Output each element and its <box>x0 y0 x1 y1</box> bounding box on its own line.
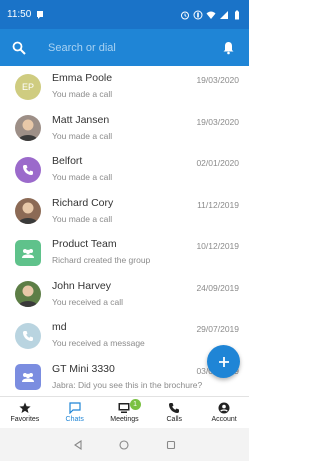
avatar: EP <box>15 73 41 100</box>
nav-favorites-label: Favorites <box>10 416 40 423</box>
conversation-date: 24/09/2019 <box>196 282 239 293</box>
search-input[interactable]: Search or dial <box>48 42 222 54</box>
meetings-icon <box>118 403 130 413</box>
conversation-subtitle: You made a call <box>52 172 113 183</box>
conversation-subtitle: You made a call <box>52 213 113 224</box>
wifi-icon <box>206 11 216 19</box>
conversation-row[interactable]: Richard Cory You made a call 11/12/2019 <box>0 191 249 233</box>
avatar <box>15 239 41 266</box>
avatar <box>15 115 41 142</box>
profile-photo-icon <box>18 285 38 308</box>
phone-icon <box>23 164 33 175</box>
search-icon[interactable] <box>12 41 26 55</box>
avatar <box>15 364 41 391</box>
bottom-nav: Favorites Chats 1 Meetings Calls Account <box>0 396 249 428</box>
meetings-badge: 1 <box>129 399 141 410</box>
status-bar: 11:50 <box>0 0 249 29</box>
conversation-row[interactable]: John Harvey You received a call 24/09/2019 <box>0 274 249 316</box>
chat-icon <box>69 402 81 414</box>
conversation-list: EP Emma Poole You made a call 19/03/2020 Mat… <box>0 66 249 396</box>
conversation-subtitle: Richard created the group <box>52 255 151 266</box>
conversation-date: 02/01/2020 <box>196 158 239 168</box>
dnd-icon <box>193 10 203 19</box>
avatar-initials: EP <box>21 81 34 92</box>
nav-chats-label: Chats <box>65 416 84 423</box>
phone-icon <box>169 403 180 413</box>
avatar <box>15 156 41 183</box>
conversation-row[interactable]: EP Emma Poole You made a call 19/03/2020 <box>0 66 249 108</box>
system-nav-bar <box>0 428 249 461</box>
conversation-date: 19/03/2020 <box>196 116 239 127</box>
profile-photo-icon <box>18 119 38 142</box>
conversation-date: 11/12/2019 <box>197 199 239 210</box>
conversation-row[interactable]: Matt Jansen You made a call 19/03/2020 <box>0 108 249 150</box>
notification-icon <box>37 10 44 19</box>
nav-calls[interactable]: Calls <box>149 397 199 428</box>
nav-favorites[interactable]: Favorites <box>0 397 50 428</box>
nav-meetings-label: Meetings <box>110 416 139 423</box>
alarm-icon <box>181 11 189 19</box>
bell-icon[interactable] <box>222 41 235 55</box>
conversation-subtitle: You received a call <box>52 296 124 307</box>
nav-meetings[interactable]: 1 Meetings <box>100 397 150 428</box>
avatar <box>15 322 41 349</box>
account-icon <box>218 402 230 414</box>
nav-chats[interactable]: Chats <box>50 397 100 428</box>
home-icon[interactable] <box>119 439 130 450</box>
group-icon <box>22 248 34 258</box>
conversation-subtitle: You made a call <box>52 130 113 141</box>
conversation-subtitle: Jabra: Did you see this in the brochure? <box>52 379 203 390</box>
battery-icon <box>235 10 239 19</box>
conversation-date: 29/07/2019 <box>196 324 239 334</box>
avatar <box>15 281 41 308</box>
profile-photo-icon <box>18 202 38 225</box>
conversation-row[interactable]: Belfort You made a call 02/01/2020 <box>0 149 249 191</box>
conversation-row[interactable]: Product Team Richard created the group 10/… <box>0 232 249 274</box>
star-icon <box>19 402 31 413</box>
back-icon[interactable] <box>73 439 83 450</box>
group-icon <box>22 373 34 383</box>
new-chat-button[interactable] <box>207 345 240 378</box>
phone-icon <box>23 330 33 341</box>
signal-icon <box>220 10 228 19</box>
conversation-date: 10/12/2019 <box>196 241 239 251</box>
conversation-date: 19/03/2020 <box>196 75 239 85</box>
avatar <box>15 198 41 225</box>
status-time: 11:50 <box>7 9 32 20</box>
nav-account-label: Account <box>211 416 237 423</box>
search-header: Search or dial <box>0 29 249 66</box>
nav-calls-label: Calls <box>166 416 183 423</box>
nav-account[interactable]: Account <box>199 397 249 428</box>
conversation-subtitle: You received a message <box>52 338 145 349</box>
recents-icon[interactable] <box>166 440 176 450</box>
plus-icon <box>218 356 229 367</box>
conversation-subtitle: You made a call <box>52 89 113 100</box>
